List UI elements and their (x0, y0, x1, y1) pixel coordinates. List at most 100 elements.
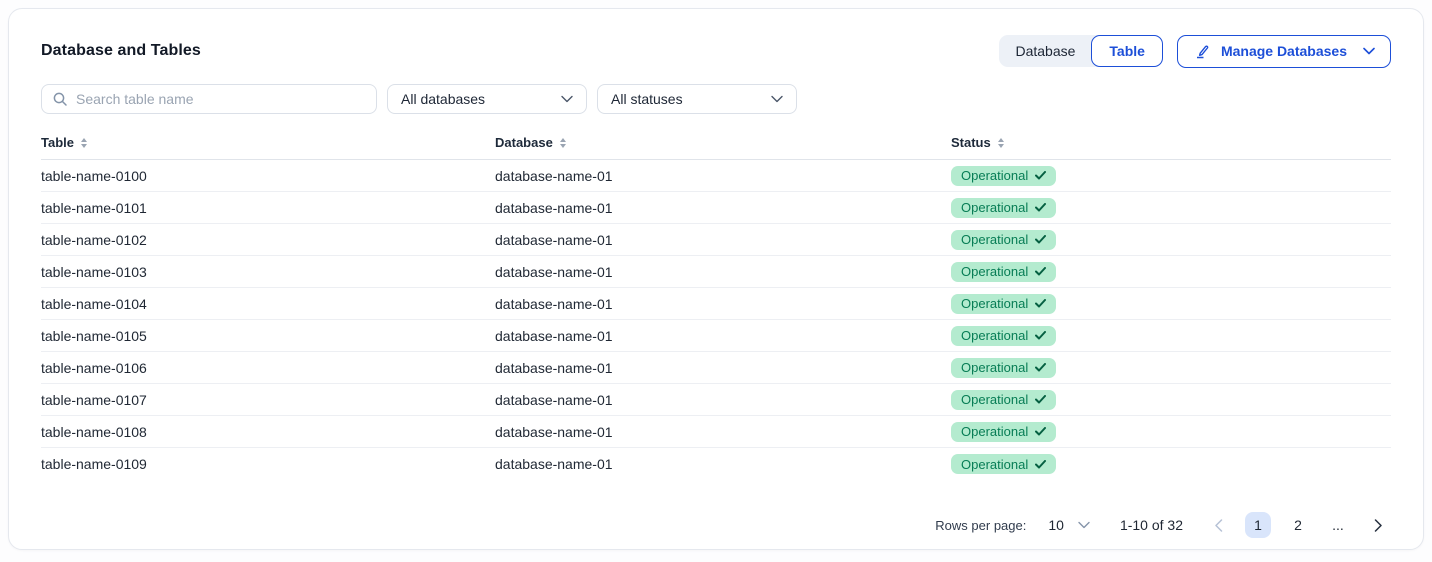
table-row[interactable]: table-name-0100 database-name-01 Operati… (41, 160, 1391, 192)
table-row[interactable]: table-name-0106 database-name-01 Operati… (41, 352, 1391, 384)
status-filter-select[interactable]: All statuses (597, 84, 797, 114)
page-button-2[interactable]: 2 (1285, 512, 1311, 538)
check-icon (1035, 331, 1046, 340)
panel-header: Database and Tables Database Table Manag… (41, 34, 1391, 68)
sort-icon[interactable] (81, 138, 87, 148)
table-name-cell: table-name-0103 (41, 264, 495, 280)
search-icon (52, 91, 68, 107)
next-page-icon[interactable] (1365, 512, 1391, 538)
status-label: Operational (961, 168, 1028, 183)
column-header-table[interactable]: Table (41, 135, 495, 150)
status-cell: Operational (951, 390, 1391, 410)
pagination-bar: Rows per page: 10 1-10 of 32 1 2 ... (41, 512, 1391, 538)
page-title: Database and Tables (41, 42, 201, 60)
database-name-cell: database-name-01 (495, 264, 951, 280)
table-name-cell: table-name-0109 (41, 456, 495, 472)
status-cell: Operational (951, 454, 1391, 474)
toggle-table[interactable]: Table (1091, 35, 1163, 67)
status-label: Operational (961, 392, 1028, 407)
pager: 1 2 ... (1205, 512, 1391, 538)
sort-icon[interactable] (560, 138, 566, 148)
previous-page-icon[interactable] (1205, 512, 1231, 538)
column-header-database[interactable]: Database (495, 135, 951, 150)
database-name-cell: database-name-01 (495, 456, 951, 472)
table-row[interactable]: table-name-0105 database-name-01 Operati… (41, 320, 1391, 352)
database-name-cell: database-name-01 (495, 424, 951, 440)
status-cell: Operational (951, 166, 1391, 186)
check-icon (1035, 299, 1046, 308)
status-badge: Operational (951, 166, 1056, 186)
column-header-status[interactable]: Status (951, 135, 1391, 150)
chevron-down-icon (771, 95, 783, 103)
table-row[interactable]: table-name-0108 database-name-01 Operati… (41, 416, 1391, 448)
page-button-1[interactable]: 1 (1245, 512, 1271, 538)
table-name-cell: table-name-0105 (41, 328, 495, 344)
check-icon (1035, 427, 1046, 436)
table-name-cell: table-name-0101 (41, 200, 495, 216)
chevron-down-icon (1363, 47, 1375, 55)
check-icon (1035, 460, 1046, 469)
sort-icon[interactable] (998, 138, 1004, 148)
manage-databases-button[interactable]: Manage Databases (1177, 35, 1391, 68)
status-label: Operational (961, 264, 1028, 279)
status-label: Operational (961, 457, 1028, 472)
chevron-down-icon (561, 95, 573, 103)
status-label: Operational (961, 328, 1028, 343)
check-icon (1035, 171, 1046, 180)
table-name-cell: table-name-0106 (41, 360, 495, 376)
table-row[interactable]: table-name-0104 database-name-01 Operati… (41, 288, 1391, 320)
manage-databases-label: Manage Databases (1221, 43, 1347, 59)
status-cell: Operational (951, 358, 1391, 378)
toggle-database[interactable]: Database (999, 35, 1091, 67)
table-row[interactable]: table-name-0107 database-name-01 Operati… (41, 384, 1391, 416)
status-badge: Operational (951, 326, 1056, 346)
search-input[interactable] (76, 91, 366, 107)
table-row[interactable]: table-name-0109 database-name-01 Operati… (41, 448, 1391, 480)
check-icon (1035, 267, 1046, 276)
table-row[interactable]: table-name-0101 database-name-01 Operati… (41, 192, 1391, 224)
status-badge: Operational (951, 198, 1056, 218)
status-cell: Operational (951, 198, 1391, 218)
status-filter-value: All statuses (611, 91, 683, 107)
table-name-cell: table-name-0107 (41, 392, 495, 408)
database-filter-select[interactable]: All databases (387, 84, 587, 114)
status-label: Operational (961, 360, 1028, 375)
status-badge: Operational (951, 358, 1056, 378)
rows-per-page-label: Rows per page: (935, 518, 1026, 533)
database-name-cell: database-name-01 (495, 328, 951, 344)
database-name-cell: database-name-01 (495, 232, 951, 248)
table-search[interactable] (41, 84, 377, 114)
table-header-row: Table Database Status (41, 135, 1391, 160)
table-name-cell: table-name-0100 (41, 168, 495, 184)
database-name-cell: database-name-01 (495, 168, 951, 184)
status-badge: Operational (951, 454, 1056, 474)
status-label: Operational (961, 232, 1028, 247)
status-label: Operational (961, 200, 1028, 215)
check-icon (1035, 395, 1046, 404)
filter-bar: All databases All statuses (41, 84, 1391, 114)
edit-pencil-icon (1193, 42, 1211, 60)
status-badge: Operational (951, 294, 1056, 314)
page-ellipsis[interactable]: ... (1325, 512, 1351, 538)
rows-per-page-value: 10 (1048, 517, 1064, 533)
view-toggle: Database Table (999, 35, 1162, 67)
check-icon (1035, 363, 1046, 372)
table-row[interactable]: table-name-0102 database-name-01 Operati… (41, 224, 1391, 256)
check-icon (1035, 235, 1046, 244)
rows-per-page-select[interactable]: 10 (1048, 517, 1090, 533)
database-name-cell: database-name-01 (495, 360, 951, 376)
table-row[interactable]: table-name-0103 database-name-01 Operati… (41, 256, 1391, 288)
status-badge: Operational (951, 422, 1056, 442)
table-name-cell: table-name-0102 (41, 232, 495, 248)
pagination-range: 1-10 of 32 (1120, 517, 1183, 533)
status-cell: Operational (951, 262, 1391, 282)
table-body: table-name-0100 database-name-01 Operati… (41, 160, 1391, 480)
database-filter-value: All databases (401, 91, 485, 107)
status-cell: Operational (951, 294, 1391, 314)
database-name-cell: database-name-01 (495, 392, 951, 408)
status-badge: Operational (951, 390, 1056, 410)
database-tables-panel: Database and Tables Database Table Manag… (8, 8, 1424, 550)
status-label: Operational (961, 424, 1028, 439)
check-icon (1035, 203, 1046, 212)
status-badge: Operational (951, 230, 1056, 250)
